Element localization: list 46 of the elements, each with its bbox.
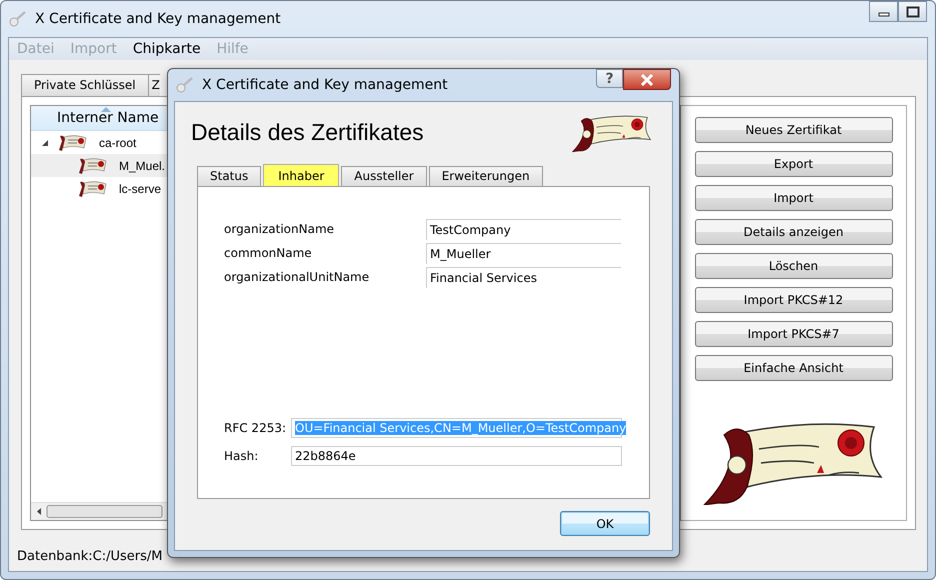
tab[interactable]: Private Schlüssel <box>21 74 149 96</box>
value-field[interactable]: TestCompany <box>426 218 621 240</box>
field-label: Hash: <box>224 449 260 463</box>
tab[interactable]: Status <box>197 166 262 186</box>
tree-item-label: lc-serve <box>119 182 162 196</box>
dialog-title: X Certificate and Key management <box>202 77 448 93</box>
action-button[interactable]: Einfache Ansicht <box>694 355 892 381</box>
sort-arrow-icon <box>101 106 111 112</box>
minimize-button[interactable] <box>869 1 898 22</box>
tab[interactable]: Erweiterungen <box>428 166 543 186</box>
value-field[interactable]: Financial Services <box>426 266 621 288</box>
action-button[interactable]: Löschen <box>694 253 892 279</box>
tree-row[interactable]: lc-serve <box>31 177 166 200</box>
close-icon <box>640 74 654 86</box>
tab[interactable]: Aussteller <box>341 166 427 186</box>
app-icon <box>176 76 194 94</box>
status-text: Datenbank:C:/Users/M <box>17 548 163 564</box>
input-field[interactable]: 22b8864e <box>291 446 622 466</box>
menu-item[interactable]: Chipkarte <box>132 41 201 57</box>
action-button[interactable]: Neues Zertifikat <box>694 117 892 143</box>
field-label: commonName <box>224 246 313 260</box>
tree-item-label: M_Muel. <box>119 158 166 172</box>
field-label: organizationalUnitName <box>224 270 370 284</box>
tree-row[interactable]: M_Muel. <box>31 154 170 177</box>
help-button[interactable]: ? <box>596 69 623 88</box>
field-label: RFC 2253: <box>224 421 288 435</box>
tree-item-label: ca-root <box>99 136 136 150</box>
tree-row[interactable]: ca-root <box>31 131 140 154</box>
window-title: X Certificate and Key management <box>35 11 281 27</box>
field-label: organizationName <box>224 222 336 236</box>
value-field[interactable]: M_Mueller <box>426 242 621 264</box>
maximize-icon <box>906 6 920 18</box>
action-button[interactable]: Export <box>694 151 892 177</box>
tab[interactable]: Z <box>148 74 160 96</box>
action-button[interactable]: Import PKCS#7 <box>694 321 892 347</box>
action-button[interactable]: Import PKCS#12 <box>694 287 892 313</box>
tab[interactable]: Inhaber <box>263 164 340 186</box>
close-button[interactable] <box>623 69 671 90</box>
app-icon <box>9 10 27 28</box>
action-button[interactable]: Details anzeigen <box>694 219 892 245</box>
expander-icon[interactable] <box>41 138 49 146</box>
column-header[interactable]: Interner Name <box>57 110 159 126</box>
dialog-heading: Details des Zertifikates <box>191 118 424 146</box>
maximize-button[interactable] <box>898 1 927 22</box>
action-button[interactable]: Import <box>694 185 892 211</box>
ok-button[interactable]: OK <box>560 511 650 536</box>
